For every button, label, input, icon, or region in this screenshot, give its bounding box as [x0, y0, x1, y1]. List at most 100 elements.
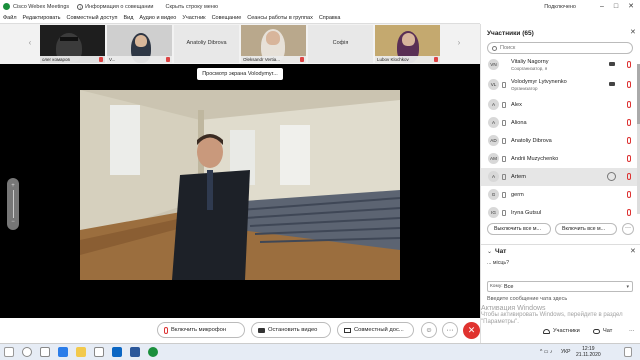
video-thumbnail[interactable]: Anatoliy Dibrova: [174, 25, 239, 63]
unmute-all-button[interactable]: Включить все м...: [555, 223, 617, 235]
search-icon: [492, 46, 497, 51]
file-explorer-icon[interactable]: [76, 347, 86, 357]
share-button[interactable]: Совместный дос...: [337, 322, 414, 338]
chat-header: ⌄ Чат ✕: [481, 244, 640, 258]
video-on-icon: [609, 82, 615, 86]
stop-video-button[interactable]: Остановить видео: [251, 322, 331, 338]
zoom-control[interactable]: + −: [7, 178, 19, 230]
menu-participant[interactable]: Участник: [182, 15, 205, 21]
meeting-info-button[interactable]: i Информация о совещании: [77, 3, 154, 10]
chevron-down-icon: ▾: [626, 284, 629, 290]
menu-share[interactable]: Совместный доступ: [67, 15, 118, 21]
muted-mic-icon[interactable]: [627, 61, 631, 68]
zoom-slider[interactable]: [12, 190, 14, 218]
device-icon: [502, 156, 506, 162]
end-meeting-button[interactable]: ✕: [463, 322, 480, 339]
participant-row[interactable]: VN Vitaliy Nagorny Соорганизатор, я: [481, 56, 640, 74]
video-thumbnail[interactable]: Lubov Klochkov: [375, 25, 440, 63]
raise-hand-icon[interactable]: [607, 172, 616, 181]
video-thumbnail[interactable]: Oleksandr Vertia...: [241, 25, 306, 63]
video-thumbnail[interactable]: Софія: [308, 25, 373, 63]
minimize-button[interactable]: –: [597, 2, 607, 11]
muted-mic-icon[interactable]: [627, 137, 631, 144]
zoom-out-icon[interactable]: −: [7, 218, 19, 226]
panel-close-button[interactable]: ✕: [630, 28, 636, 36]
chat-bubble-icon: [593, 328, 600, 334]
participant-name: Artem: [511, 174, 526, 180]
more-options-button[interactable]: ···: [442, 322, 458, 338]
mute-all-button[interactable]: Выключить все м...: [487, 223, 551, 235]
windows-activation-watermark: Активация Windows Чтобы активировать Win…: [481, 305, 623, 326]
menu-breakout[interactable]: Сеансы работы в группах: [247, 15, 313, 21]
muted-mic-icon[interactable]: [627, 191, 631, 198]
search-icon[interactable]: [22, 347, 32, 357]
meeting-controls: Включить микрофон Остановить видео Совме…: [0, 318, 480, 343]
participant-row[interactable]: A Artem: [481, 168, 640, 186]
chevron-down-icon[interactable]: ⌄: [487, 248, 492, 255]
video-camera-icon: [258, 327, 265, 333]
task-view-icon[interactable]: [40, 347, 50, 357]
hide-menu-button[interactable]: Скрыть строку меню: [166, 4, 218, 10]
strip-prev-arrow[interactable]: ‹: [26, 38, 34, 48]
unmute-button[interactable]: Включить микрофон: [157, 322, 245, 338]
avatar: VL: [488, 79, 499, 90]
participant-row[interactable]: G germ: [481, 186, 640, 204]
participant-row[interactable]: AM Andrii Muzychenko: [481, 150, 640, 168]
participant-row[interactable]: VL Volodymyr Lytvynenko Организатор: [481, 76, 640, 94]
windows-start-icon[interactable]: [4, 347, 14, 357]
menu-meeting[interactable]: Совещание: [212, 15, 242, 21]
menu-audio-video[interactable]: Аудио и видео: [139, 15, 176, 21]
participants-search-input[interactable]: Поиск: [487, 42, 633, 54]
participant-row[interactable]: IG Iryna Gutsul: [481, 204, 640, 222]
reactions-button[interactable]: ☺: [421, 322, 437, 338]
muted-mic-icon[interactable]: [627, 81, 631, 88]
muted-mic-icon: [434, 57, 438, 62]
menu-edit[interactable]: Редактировать: [23, 15, 61, 21]
menu-view[interactable]: Вид: [123, 15, 133, 21]
muted-mic-icon[interactable]: [627, 101, 631, 108]
participant-row[interactable]: AD Anatoliy Dibrova: [481, 132, 640, 150]
device-icon: [502, 192, 506, 198]
avatar: G: [488, 189, 499, 200]
more-tab-label: ···: [629, 328, 635, 334]
thumbnail-name: Софія: [332, 40, 349, 46]
tray-icons[interactable]: ^ ▭ ♪: [540, 349, 552, 355]
chat-message: ... місць?: [487, 260, 510, 266]
maximize-button[interactable]: □: [611, 2, 621, 11]
muted-mic-icon[interactable]: [627, 155, 631, 162]
store-icon[interactable]: [94, 347, 104, 357]
video-thumbnail[interactable]: V...: [107, 25, 172, 63]
more-tab[interactable]: ···: [629, 324, 635, 338]
strip-next-arrow[interactable]: ›: [455, 38, 463, 48]
word-icon[interactable]: [130, 347, 140, 357]
participants-more-button[interactable]: ···: [622, 223, 634, 235]
video-strip: ‹ олег комаров V... Anatoliy Dibrova Ole…: [0, 24, 480, 64]
menu-file[interactable]: Файл: [3, 15, 17, 21]
thumbnail-name: V...: [107, 56, 172, 63]
system-clock[interactable]: 12:19 21.11.2020: [576, 346, 601, 358]
close-window-button[interactable]: ✕: [626, 2, 636, 11]
muted-mic-icon[interactable]: [627, 173, 631, 180]
participants-tab-label: Участники: [553, 328, 580, 334]
webex-taskbar-icon[interactable]: [148, 347, 158, 357]
edge-icon[interactable]: [58, 347, 68, 357]
participant-name: germ: [511, 192, 524, 198]
share-label: Совместный дос...: [354, 326, 404, 333]
language-indicator[interactable]: УКР: [561, 349, 570, 355]
video-thumbnail[interactable]: олег комаров: [40, 25, 105, 63]
chat-recipient-select[interactable]: Кому: Все ▾: [487, 281, 633, 292]
notifications-icon[interactable]: [624, 347, 632, 357]
share-banner[interactable]: Просмотр экрана Volodymyr...: [197, 68, 283, 80]
mail-icon[interactable]: [112, 347, 122, 357]
muted-mic-icon[interactable]: [627, 209, 631, 216]
sunglasses-graphic: [60, 37, 78, 41]
menu-help[interactable]: Справка: [319, 15, 341, 21]
participants-tab[interactable]: Участники: [543, 324, 580, 338]
zoom-in-icon[interactable]: +: [7, 182, 19, 190]
participant-row[interactable]: A Aliona: [481, 114, 640, 132]
chat-tab[interactable]: Чат: [593, 324, 612, 338]
participant-row[interactable]: A Alex: [481, 96, 640, 114]
chat-close-button[interactable]: ✕: [630, 247, 636, 255]
muted-mic-icon[interactable]: [627, 119, 631, 126]
thumbnail-name: Anatoliy Dibrova: [186, 40, 227, 46]
